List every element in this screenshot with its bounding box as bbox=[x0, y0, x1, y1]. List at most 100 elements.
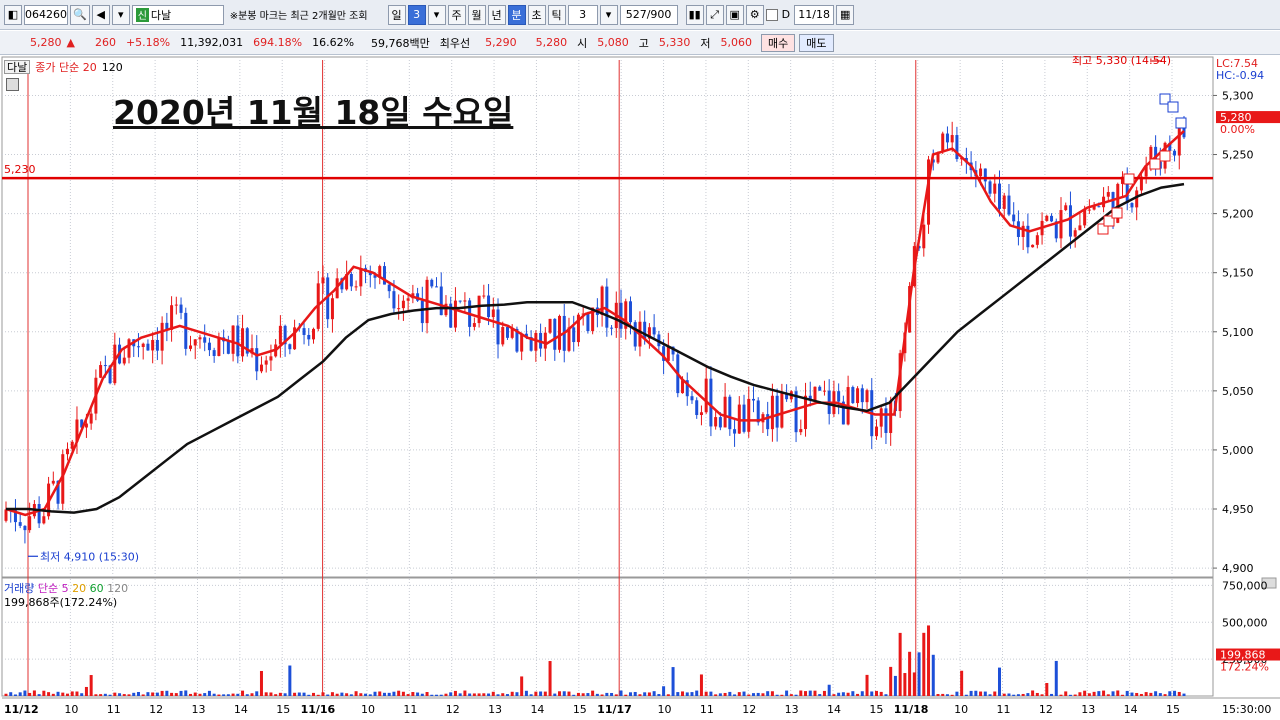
stock-code-input[interactable]: 064260 bbox=[24, 4, 68, 25]
candle-type-icon[interactable]: ▮▮ bbox=[685, 4, 704, 25]
volume-bar bbox=[785, 690, 789, 696]
volume-bar bbox=[718, 693, 722, 696]
volume-bar bbox=[1163, 694, 1167, 696]
buy-signal-marker bbox=[1123, 173, 1135, 185]
candle-body bbox=[453, 300, 457, 328]
stock-name: 다날 bbox=[150, 8, 172, 22]
date-checkbox[interactable] bbox=[765, 8, 778, 21]
period-minute-button[interactable]: 분 bbox=[507, 4, 526, 25]
candle-body bbox=[491, 309, 495, 318]
candle-body bbox=[799, 429, 803, 433]
volume-bar bbox=[562, 691, 566, 696]
x-tick-label: 14 bbox=[1124, 703, 1138, 716]
period-year-button[interactable]: 년 bbox=[487, 4, 506, 25]
volume-bar bbox=[1021, 693, 1025, 696]
candle-body bbox=[742, 404, 746, 432]
candle-body bbox=[18, 522, 22, 526]
volume-bar bbox=[264, 692, 268, 696]
volume-bar bbox=[32, 690, 36, 696]
volume-bar bbox=[193, 692, 197, 696]
volume-bar bbox=[969, 690, 973, 696]
interval-dropdown-icon[interactable]: ▾ bbox=[599, 4, 618, 25]
volume-bar bbox=[908, 651, 912, 696]
search-icon[interactable]: 🔍 bbox=[70, 4, 90, 25]
volume-bar bbox=[345, 693, 349, 696]
buy-button[interactable]: 매수 bbox=[761, 33, 796, 52]
candle-body bbox=[406, 298, 410, 301]
volume-bar bbox=[1139, 693, 1143, 696]
volume-bar bbox=[359, 693, 363, 696]
calendar-icon[interactable]: ▦ bbox=[836, 4, 855, 25]
count-input[interactable]: 527/900 bbox=[619, 4, 678, 25]
candle-body bbox=[401, 300, 405, 309]
volume-bar bbox=[1158, 693, 1162, 696]
volume-bar bbox=[1002, 693, 1006, 696]
legend-stock-name[interactable]: 다날 bbox=[4, 60, 31, 74]
volume-bar bbox=[321, 692, 325, 696]
prev-stock-icon[interactable]: ◀ bbox=[91, 4, 110, 25]
volume-bar bbox=[751, 693, 755, 696]
candle-body bbox=[818, 386, 822, 391]
x-tick-label: 12 bbox=[446, 703, 460, 716]
period-week-button[interactable]: 주 bbox=[447, 4, 466, 25]
save-icon[interactable]: ▣ bbox=[725, 4, 744, 25]
candle-body bbox=[241, 328, 245, 357]
volume-bar bbox=[449, 692, 453, 696]
period-n-button[interactable]: 3 bbox=[407, 4, 426, 25]
volume-bar bbox=[1130, 692, 1134, 696]
candle-body bbox=[179, 304, 183, 313]
buy-signal-marker bbox=[1149, 158, 1161, 170]
volume-bar bbox=[510, 691, 514, 696]
candle-body bbox=[695, 400, 699, 416]
volume-bar bbox=[411, 692, 415, 696]
period-dropdown-icon[interactable]: ▾ bbox=[427, 4, 446, 25]
x-tick-label: 10 bbox=[361, 703, 375, 716]
period-day-button[interactable]: 일 bbox=[387, 4, 406, 25]
candle-body bbox=[1012, 214, 1016, 222]
candle-body bbox=[212, 350, 216, 356]
candle-body bbox=[520, 333, 524, 352]
session-dividers bbox=[27, 60, 917, 696]
sell-button[interactable]: 매도 bbox=[799, 33, 834, 52]
x-tick-label: 11 bbox=[700, 703, 714, 716]
chart-menu-icon[interactable]: ◧ bbox=[4, 4, 22, 25]
candle-body bbox=[1050, 215, 1054, 222]
settings-icon[interactable]: ⚙ bbox=[745, 4, 764, 25]
candle-body bbox=[278, 325, 282, 345]
volume-bar bbox=[818, 694, 822, 696]
volume-bar bbox=[66, 693, 70, 696]
volume-bar bbox=[99, 694, 103, 696]
volume-bar bbox=[529, 694, 533, 696]
volume-bar bbox=[94, 694, 98, 696]
volume-bar bbox=[425, 692, 429, 696]
period-second-button[interactable]: 초 bbox=[527, 4, 546, 25]
volume-bar bbox=[960, 670, 964, 696]
period-tick-button[interactable]: 틱 bbox=[547, 4, 566, 25]
candle-body bbox=[851, 387, 855, 404]
candle-body bbox=[1087, 209, 1091, 211]
volume-bar bbox=[600, 694, 604, 696]
volume-bar bbox=[766, 691, 770, 696]
volume-bar bbox=[628, 692, 632, 696]
indicator-icon[interactable]: ⤢ bbox=[705, 4, 724, 25]
candle-body bbox=[477, 295, 481, 324]
period-month-button[interactable]: 월 bbox=[467, 4, 486, 25]
turnover-ratio: 16.62% bbox=[312, 36, 355, 49]
candle-body bbox=[288, 344, 292, 350]
volume-bar bbox=[316, 694, 320, 696]
candle-body bbox=[988, 181, 992, 194]
chart-list-icon[interactable] bbox=[6, 78, 19, 91]
open-price: 5,080 bbox=[597, 36, 629, 49]
volume-bar bbox=[1026, 693, 1030, 696]
volume-bar bbox=[13, 694, 17, 696]
price-chart[interactable]: 11/12 10 11 12 13 14 15 11/16 10 11 12 13 14 15 11/17 1… bbox=[0, 56, 1280, 720]
candle-body bbox=[264, 360, 268, 365]
candle-body bbox=[723, 396, 727, 428]
date-input[interactable]: 11/18 bbox=[794, 4, 835, 25]
stock-name-field[interactable]: 신 다날 bbox=[131, 4, 224, 25]
dropdown-icon[interactable]: ▾ bbox=[111, 4, 130, 25]
candle-body bbox=[184, 312, 188, 349]
interval-input[interactable]: 3 bbox=[567, 4, 598, 25]
volume-bar bbox=[614, 694, 618, 696]
candle-body bbox=[226, 341, 230, 354]
